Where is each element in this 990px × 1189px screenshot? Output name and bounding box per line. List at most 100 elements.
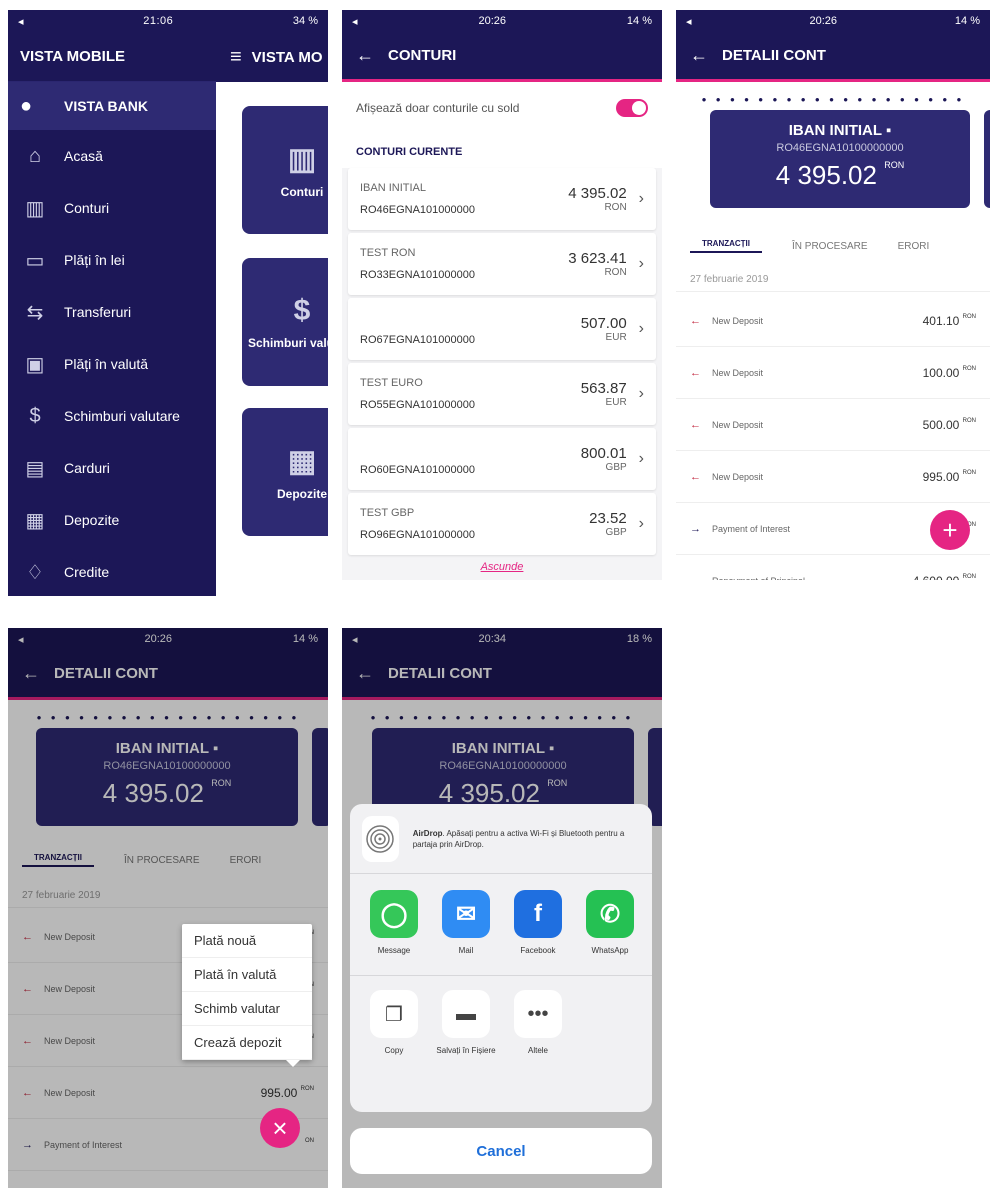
next-card[interactable] — [984, 110, 990, 208]
transaction-row[interactable]: ← New Deposit 500.00 RON — [676, 400, 990, 451]
cancel-button[interactable]: Cancel — [350, 1128, 652, 1174]
menu-item-depozite[interactable]: ▦ Depozite — [8, 494, 216, 546]
back-arrow-icon[interactable]: ← — [690, 45, 708, 66]
action-menu: Plată nouă Plată în valută Schimb valuta… — [182, 924, 312, 1067]
tile-conturi[interactable]: ▥ Conturi — [242, 106, 328, 234]
menu-item-carduri[interactable]: ▤ Carduri — [8, 442, 216, 494]
section-title: CONTURI CURENTE — [342, 134, 662, 168]
add-fab[interactable]: + — [930, 510, 970, 550]
transaction-desc: New Deposit — [712, 420, 764, 430]
whatsapp-icon: ✆ — [586, 890, 634, 938]
bank-icon: ▥ — [287, 142, 317, 176]
account-currency: GBP — [605, 462, 627, 473]
balance-toggle[interactable] — [616, 99, 648, 117]
account-iban: RO60EGNA101000000 — [360, 464, 475, 476]
menu-item-label: Acasă — [64, 148, 103, 164]
account-currency: EUR — [605, 332, 627, 343]
transaction-row[interactable]: ← New Deposit 100.00 RON — [676, 348, 990, 399]
action-label: Salvați în Fișiere — [436, 1046, 496, 1055]
account-row[interactable]: TEST RON RO33EGNA101000000 3 623.41 RON › — [348, 233, 656, 295]
chevron-right-icon: › — [638, 450, 644, 467]
menu-item-plati-valuta[interactable]: ▣ Plăți în valută — [8, 338, 216, 390]
chevron-right-icon: › — [638, 190, 644, 207]
menu-item-acasa[interactable]: ⌂ Acasă — [8, 130, 216, 182]
share-app-facebook[interactable]: f Facebook — [502, 890, 574, 975]
transaction-amount: 401.10 — [922, 314, 960, 328]
account-row[interactable]: TEST EURO RO55EGNA101000000 563.87 EUR › — [348, 363, 656, 425]
dashboard: ≡ VISTA MO ▥ Conturi $ Schimburi valutare ▦… — [216, 32, 328, 596]
account-row[interactable]: IBAN INITIAL RO46EGNA101000000 4 395.02 RON… — [348, 168, 656, 230]
transaction-row[interactable]: ← New Deposit 401.10 RON — [676, 296, 990, 347]
account-iban: RO55EGNA101000000 — [360, 399, 475, 411]
transaction-row[interactable]: →Repayment of Principal4 600.00 RON — [676, 556, 990, 580]
card-amount: 4 395.02 — [775, 160, 877, 190]
menu-creaza-depozit[interactable]: Crează depozit — [182, 1026, 312, 1060]
transaction-desc: Repayment of Principal — [712, 576, 913, 580]
airdrop-row[interactable]: AirDrop. Apăsați pentru a activa Wi-Fi ș… — [350, 804, 652, 874]
menu-item-conturi[interactable]: ▥ Conturi — [8, 182, 216, 234]
arrow-right-icon: → — [690, 575, 712, 580]
transaction-desc: New Deposit — [712, 472, 764, 482]
menu-plata-noua[interactable]: Plată nouă — [182, 924, 312, 958]
status-bar: ◂ 21:06 34 % — [8, 10, 328, 32]
drawer-bank-item[interactable]: ● VISTA BANK — [8, 82, 216, 130]
account-detail-menu-screen: ◂ 20:26 14 % ← DETALII CONT • • • • • • • •… — [8, 628, 328, 1188]
tab-in-procesare[interactable]: ÎN PROCESARE — [792, 241, 868, 252]
account-amount: 507.00 — [580, 315, 627, 332]
status-time: 20:26 — [478, 15, 506, 27]
bank-icon: ▥ — [25, 197, 45, 220]
tile-depozite[interactable]: ▦ Depozite — [242, 408, 328, 536]
dim-overlay[interactable] — [8, 628, 328, 1188]
share-action-more[interactable]: ••• Altele — [502, 990, 574, 1086]
transfer-icon: ⇆ — [26, 301, 44, 324]
transaction-amount: 4 600.00 — [913, 574, 960, 580]
tile-label: Depozite — [276, 486, 327, 501]
status-bar: ◂ 20:26 14 % — [676, 10, 990, 32]
app-label: Mail — [458, 946, 474, 955]
menu-item-credite[interactable]: ♢ Credite — [8, 546, 216, 596]
share-app-message[interactable]: ◯ Message — [358, 890, 430, 975]
share-app-whatsapp[interactable]: ✆ WhatsApp — [574, 890, 646, 975]
arrow-left-icon: ← — [690, 367, 701, 379]
tab-tranzactii[interactable]: TRANZACȚII — [690, 239, 762, 253]
app-label: Message — [377, 946, 411, 955]
account-amount: 563.87 — [580, 380, 627, 397]
account-amount: 23.52 — [589, 510, 627, 527]
account-row[interactable]: TEST GBP RO96EGNA101000000 23.52 GBP › — [348, 493, 656, 555]
tile-label: Schimburi valutare — [247, 336, 328, 350]
account-row[interactable]: RO67EGNA101000000 507.00 EUR › — [348, 298, 656, 360]
share-action-copy[interactable]: ❐ Copy — [358, 990, 430, 1086]
share-action-save-files[interactable]: ▬ Salvați în Fișiere — [430, 990, 502, 1086]
share-sheet-screen: ◂ 20:34 18 % ← DETALII CONT • • • • • • • •… — [342, 628, 662, 1188]
transaction-currency: RON — [962, 574, 976, 580]
menu-item-schimburi[interactable]: $ Schimburi valutare — [8, 390, 216, 442]
status-bar: ◂ 20:26 14 % — [342, 10, 662, 32]
account-iban: RO33EGNA101000000 — [360, 269, 475, 281]
account-amount: 4 395.02 — [568, 185, 627, 202]
briefcase-icon: ▪ — [885, 122, 892, 139]
menu-item-label: Conturi — [64, 200, 110, 216]
hide-link[interactable]: Ascunde — [342, 561, 662, 573]
menu-schimb-valutar[interactable]: Schimb valutar — [182, 992, 312, 1026]
transaction-row[interactable]: ← New Deposit 995.00 RON — [676, 452, 990, 503]
share-app-mail[interactable]: ✉ Mail — [430, 890, 502, 975]
tab-erori[interactable]: ERORI — [898, 241, 930, 252]
account-row[interactable]: RO60EGNA101000000 800.01 GBP › — [348, 428, 656, 490]
payment-icon: ▭ — [25, 249, 45, 272]
message-icon: ◯ — [370, 890, 418, 938]
hamburger-icon[interactable]: ≡ — [230, 46, 242, 69]
back-arrow-icon[interactable]: ← — [356, 45, 374, 66]
transaction-currency: RON — [962, 418, 976, 424]
tile-schimburi[interactable]: $ Schimburi valutare — [242, 258, 328, 386]
account-card[interactable]: IBAN INITIAL ▪ RO46EGNA10100000000 4 395… — [710, 110, 970, 208]
card-currency: RON — [884, 160, 905, 170]
menu-item-plati-lei[interactable]: ▭ Plăți în lei — [8, 234, 216, 286]
close-fab[interactable]: × — [260, 1108, 300, 1148]
bank-name: VISTA BANK — [64, 98, 148, 114]
menu-screen: ◂ 21:06 34 % VISTA MOBILE ● VISTA BANK ⌂ Aca… — [8, 10, 328, 596]
account-iban: RO46EGNA101000000 — [360, 204, 475, 216]
menu-plata-valuta[interactable]: Plată în valută — [182, 958, 312, 992]
account-name: TEST GBP — [360, 507, 415, 519]
menu-item-transferuri[interactable]: ⇆ Transferuri — [8, 286, 216, 338]
transaction-currency: RON — [962, 366, 976, 372]
